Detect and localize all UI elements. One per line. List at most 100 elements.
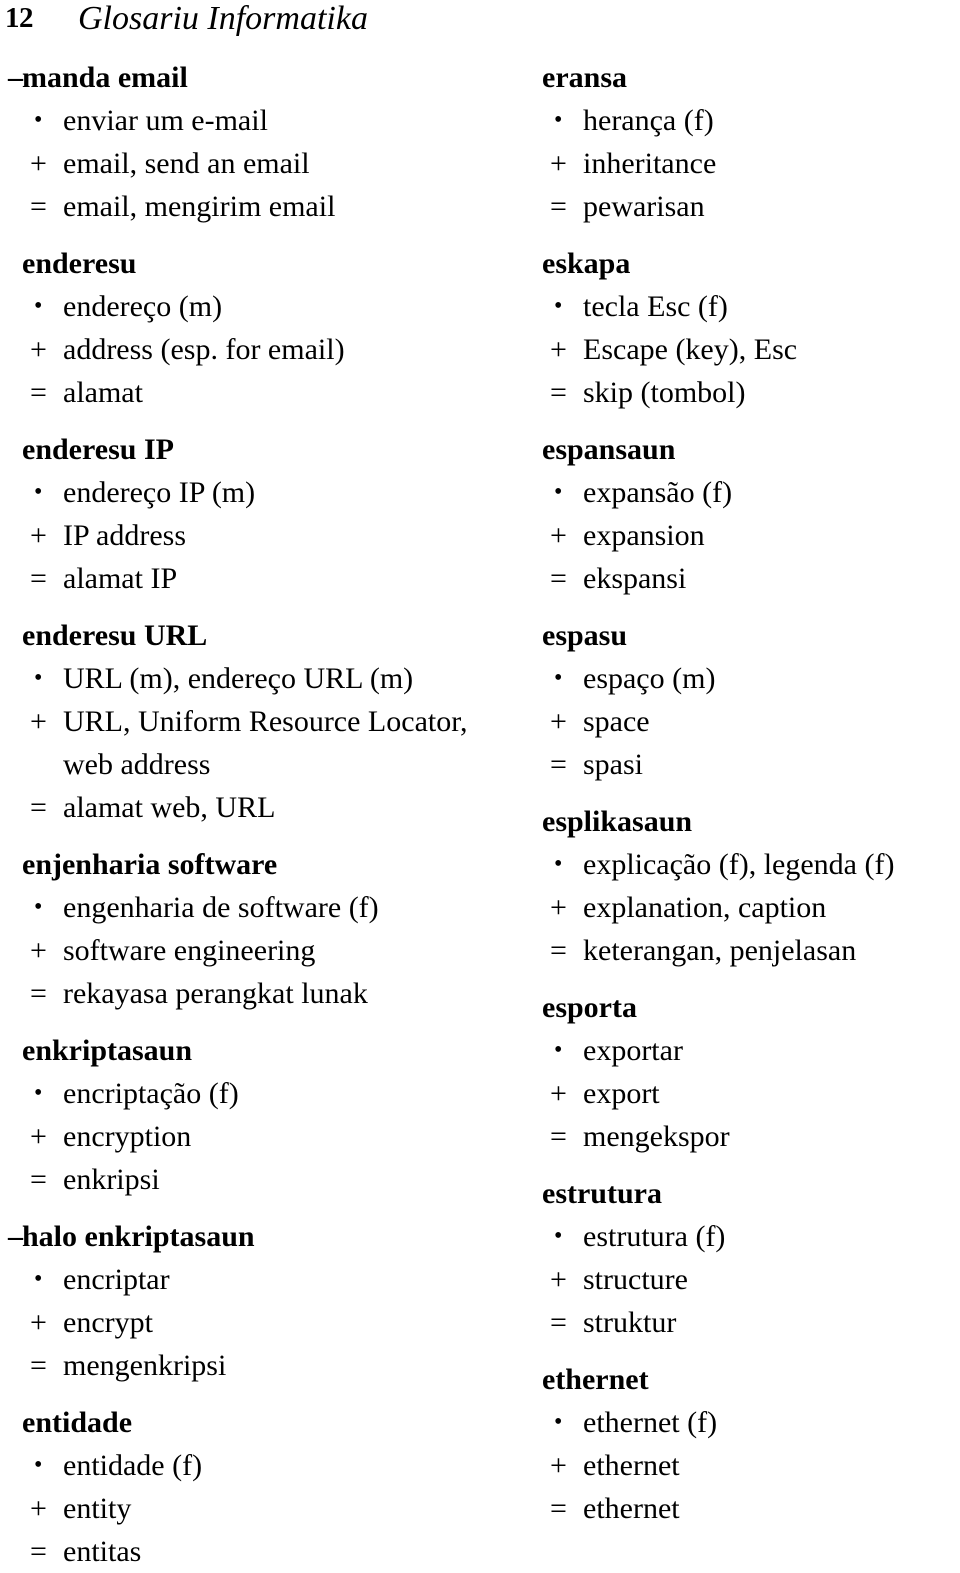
entry-sense-line: + encrypt (8, 1301, 508, 1344)
entry-sense-line: + address (esp. for email) (8, 328, 508, 371)
glossary-entry: enderesu IP • endereço IP (m) + IP address = a… (8, 428, 508, 600)
sense-text: ethernet (583, 1492, 680, 1525)
glossary-entry: espansaun • expansão (f) + expansion = ekspans… (528, 428, 958, 600)
entry-headword: ethernet (528, 1358, 958, 1401)
entry-headword: eskapa (528, 242, 958, 285)
sense-text: structure (583, 1263, 688, 1296)
entry-sense-line: + structure (528, 1258, 958, 1301)
entry-sense-line: = spasi (528, 743, 958, 786)
entry-headword-text: esporta (542, 991, 637, 1024)
entry-headword-text: entidade (22, 1406, 133, 1439)
entry-headword: enkriptasaun (8, 1029, 508, 1072)
sense-text: email, send an email (63, 147, 310, 180)
glossary-entry: ethernet • ethernet (f) + ethernet = ethernet (528, 1358, 958, 1530)
entry-headword-text: esplikasaun (542, 805, 693, 838)
sense-bullet-icon: • (554, 1409, 563, 1435)
sense-equals-icon: = (550, 1306, 567, 1339)
entry-headword: eransa (528, 56, 958, 99)
entry-sense-line: • explicação (f), legenda (f) (528, 843, 958, 886)
entry-sense-line: + email, send an email (8, 142, 508, 185)
entry-sense-line: = mengekspor (528, 1115, 958, 1158)
entry-sense-line: + entity (8, 1487, 508, 1530)
sense-text: encriptação (f) (63, 1077, 239, 1110)
sense-plus-icon: + (30, 333, 47, 366)
sense-bullet-icon: • (554, 851, 563, 877)
sense-plus-icon: + (30, 934, 47, 967)
glossary-column-right: eransa • herança (f) + inheritance = pewarisan… (528, 56, 958, 1530)
entry-sense-line: = struktur (528, 1301, 958, 1344)
sense-text: ekspansi (583, 562, 687, 595)
entry-sense-line: = mengenkripsi (8, 1344, 508, 1387)
entry-headword-text: enderesu URL (22, 619, 208, 652)
entry-sense-line: + explanation, caption (528, 886, 958, 929)
entry-headword-text: espasu (542, 619, 628, 652)
entry-sense-line: + space (528, 700, 958, 743)
sense-text: encriptar (63, 1263, 170, 1296)
entry-sense-line: + export (528, 1072, 958, 1115)
glossary-entry: espasu • espaço (m) + space = spasi (528, 614, 958, 786)
entry-sense-line: = ethernet (528, 1487, 958, 1530)
sense-text: alamat IP (63, 562, 178, 595)
sense-text: endereço IP (m) (63, 476, 256, 509)
entry-headword: enderesu IP (8, 428, 508, 471)
sense-text: IP address (63, 519, 187, 552)
entry-sense-line: • espaço (m) (528, 657, 958, 700)
sense-text: mengenkripsi (63, 1349, 227, 1382)
glossary-entry: enderesu • endereço (m) + address (esp. for … (8, 242, 508, 414)
entry-sense-line: • entidade (f) (8, 1444, 508, 1487)
sense-text: URL, Uniform Resource Locator, web addre… (63, 705, 468, 781)
sense-plus-icon: + (30, 705, 47, 738)
entry-sense-line: • tecla Esc (f) (528, 285, 958, 328)
sense-text: explanation, caption (583, 891, 827, 924)
sense-text: mengekspor (583, 1120, 730, 1153)
sense-text: entity (63, 1492, 132, 1525)
entry-sense-line: • encriptar (8, 1258, 508, 1301)
entry-sense-line: = email, mengirim email (8, 185, 508, 228)
glossary-entry: estrutura • estrutura (f) + structure = strukt… (528, 1172, 958, 1344)
entry-headword: espasu (528, 614, 958, 657)
entry-headword-text: espansaun (542, 433, 676, 466)
entry-headword: esporta (528, 986, 958, 1029)
sense-text: encryption (63, 1120, 192, 1153)
sense-equals-icon: = (550, 376, 567, 409)
sense-bullet-icon: • (554, 107, 563, 133)
sense-bullet-icon: • (554, 479, 563, 505)
entry-headword-text: enderesu IP (22, 433, 174, 466)
entry-sense-line: • URL (m), endereço URL (m) (8, 657, 508, 700)
entry-sense-line: + ethernet (528, 1444, 958, 1487)
sense-equals-icon: = (30, 1349, 47, 1382)
sense-plus-icon: + (550, 333, 567, 366)
sense-text: software engineering (63, 934, 316, 967)
sense-text: inheritance (583, 147, 717, 180)
sense-plus-icon: + (550, 1077, 567, 1110)
entry-sense-line: = entitas (8, 1530, 508, 1573)
entry-sense-line: = keterangan, penjelasan (528, 929, 958, 972)
entry-sense-line: + IP address (8, 514, 508, 557)
glossary-column-left: – manda email • enviar um e-mail + email, sen… (8, 56, 508, 1573)
sense-text: encrypt (63, 1306, 153, 1339)
sense-plus-icon: + (550, 147, 567, 180)
glossary-entry: – manda email • enviar um e-mail + email, sen… (8, 56, 508, 228)
sense-text: spasi (583, 748, 643, 781)
sense-text: entitas (63, 1535, 142, 1568)
sense-plus-icon: + (30, 1120, 47, 1153)
sense-text: engenharia de software (f) (63, 891, 379, 924)
sense-text: rekayasa perangkat lunak (63, 977, 368, 1010)
sense-bullet-icon: • (554, 1037, 563, 1063)
entry-sense-line: • endereço IP (m) (8, 471, 508, 514)
glossary-entry: esplikasaun • explicação (f), legenda (f) +… (528, 800, 958, 972)
entry-headword-text: enkriptasaun (22, 1034, 193, 1067)
sense-equals-icon: = (30, 1535, 47, 1568)
entry-sense-line: + URL, Uniform Resource Locator, web addr… (8, 700, 508, 786)
glossary-entry: enkriptasaun • encriptação (f) + encryption =… (8, 1029, 508, 1201)
sense-text: expansion (583, 519, 705, 552)
entry-headword: entidade (8, 1401, 508, 1444)
sense-text: skip (tombol) (583, 376, 746, 409)
entry-sense-line: • ethernet (f) (528, 1401, 958, 1444)
page-number: 12 (5, 2, 34, 34)
sense-plus-icon: + (30, 147, 47, 180)
sense-equals-icon: = (30, 791, 47, 824)
sense-plus-icon: + (550, 1263, 567, 1296)
entry-headword: esplikasaun (528, 800, 958, 843)
entry-sense-line: + encryption (8, 1115, 508, 1158)
